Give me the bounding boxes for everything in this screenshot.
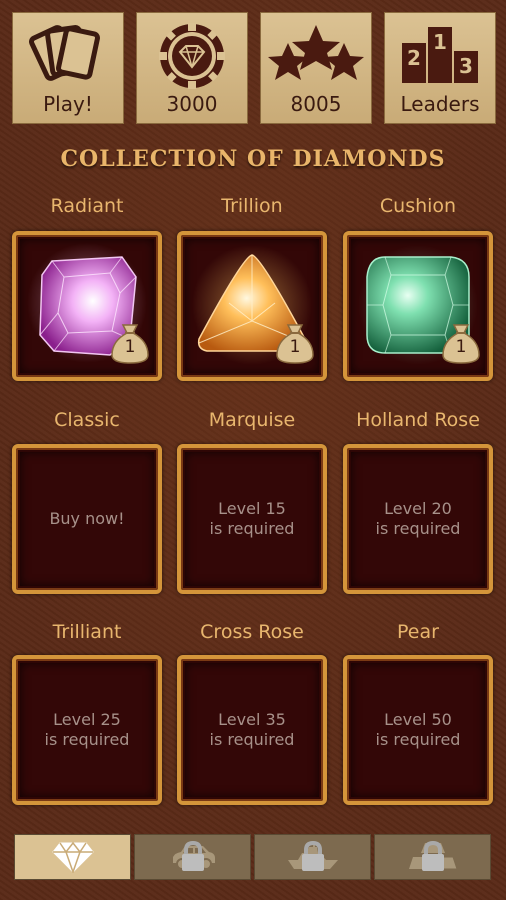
stars-counter[interactable]: 8005 [260,12,372,124]
diamond-label: Radiant [50,195,124,217]
diamond-label: Pear [397,621,439,643]
diamond-card-pear[interactable]: Level 50 is required [343,655,493,805]
diamond-card-cushion[interactable]: 1 [343,231,493,381]
owned-count: 1 [124,337,136,357]
diamond-card-holland-rose[interactable]: Level 20 is required [343,444,493,594]
page-title: COLLECTION OF DIAMONDS [60,146,446,172]
card-message: Level 20 is required [347,499,489,539]
owned-count: 1 [455,337,467,357]
podium-icon: 2 1 3 [402,27,478,83]
chips-counter[interactable]: 3000 [136,12,248,124]
required-text: is required [209,519,295,538]
diamond-icon [51,841,94,873]
diamond-label: Cushion [379,195,457,217]
lock-icon [301,841,324,871]
card-message: Level 50 is required [347,710,489,750]
required-text: is required [44,730,130,749]
top-bar: Play! 3000 8005 2 1 3 Leaders [12,12,496,124]
leaders-label: Leaders [400,92,480,116]
required-level: Level 15 [218,499,286,518]
diamond-card-radiant[interactable]: 1 [12,231,162,381]
category-tabs [14,834,492,880]
required-level: Level 20 [384,499,452,518]
diamond-card-trilliant[interactable]: Level 25 is required [12,655,162,805]
lock-icon [421,841,444,871]
owned-count: 1 [289,337,301,357]
stars-icon [268,25,364,80]
diamond-label: Trillion [221,195,283,217]
required-level: Level 25 [53,710,121,729]
diamond-label: Marquise [208,409,296,431]
diamond-card-cross-rose[interactable]: Level 35 is required [177,655,327,805]
required-text: is required [375,730,461,749]
card-message: Level 35 is required [181,710,323,750]
stars-value: 8005 [290,92,342,116]
diamond-label: Cross Rose [200,621,304,643]
play-label: Play! [43,92,93,116]
poker-chip-icon [159,23,225,89]
diamond-card-marquise[interactable]: Level 15 is required [177,444,327,594]
owned-bag: 1 [110,319,150,369]
diamond-label: Trilliant [52,621,122,643]
owned-bag: 1 [441,319,481,369]
required-text: is required [375,519,461,538]
required-level: Level 50 [384,710,452,729]
tab-diamonds[interactable] [14,834,131,880]
buy-now-text: Buy now! [49,509,125,528]
tab-cars[interactable] [134,834,251,880]
tab-yachts[interactable] [254,834,371,880]
card-message: Level 15 is required [181,499,323,539]
podium-first: 1 [433,30,447,54]
diamond-label: Holland Rose [356,409,480,431]
diamond-card-classic[interactable]: Buy now! [12,444,162,594]
owned-bag: 1 [275,319,315,369]
chips-value: 3000 [166,92,218,116]
podium-third: 3 [459,54,473,78]
leaders-button[interactable]: 2 1 3 Leaders [384,12,496,124]
diamond-card-trillion[interactable]: 1 [177,231,327,381]
cards-icon [29,25,100,81]
lock-icon [181,841,204,871]
required-text: is required [209,730,295,749]
podium-second: 2 [407,46,421,70]
tab-gold[interactable] [374,834,491,880]
card-message: Buy now! [16,509,158,529]
play-button[interactable]: Play! [12,12,124,124]
diamond-label: Classic [54,409,120,431]
required-level: Level 35 [218,710,286,729]
card-message: Level 25 is required [16,710,158,750]
